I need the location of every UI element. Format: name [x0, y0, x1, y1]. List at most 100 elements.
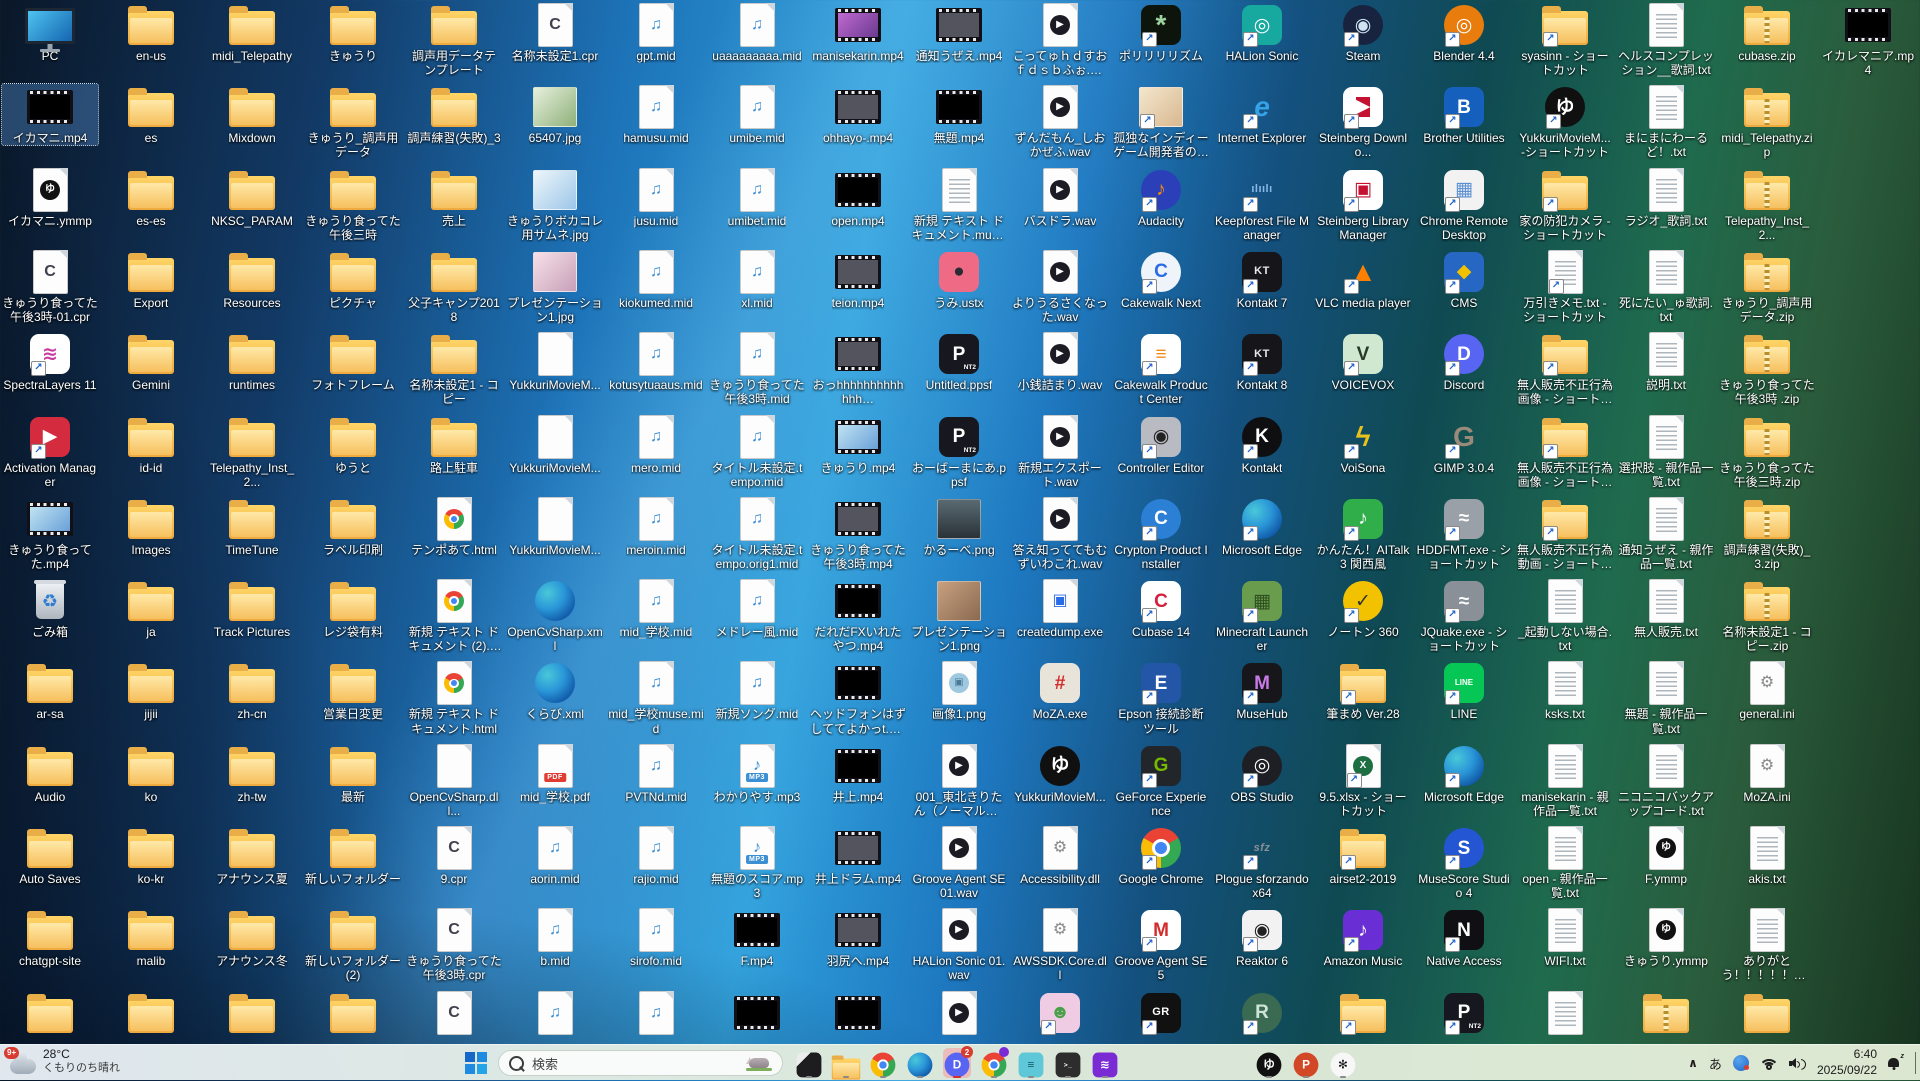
desktop-icon-r10c1[interactable]: Audio [2, 743, 98, 804]
desktop-icon-r7c1[interactable]: きゅうり食ってた.mp4 [2, 496, 98, 571]
desktop-icon-r9c4[interactable]: 営業日変更 [305, 660, 401, 721]
desktop-icon-r3c2[interactable]: es-es [103, 167, 199, 228]
desktop-icon-r4c16[interactable]: ↗万引きメモ.txt - ショートカット [1517, 249, 1613, 324]
desktop-icon-r6c3[interactable]: Telepathy_Inst_2... [204, 414, 300, 489]
desktop-icon-r2c18[interactable]: midi_Telepathy.zip [1719, 84, 1815, 159]
desktop-icon-r9c13[interactable]: M↗MuseHub [1214, 660, 1310, 721]
taskbar-app-microsoft-edge[interactable] [906, 1048, 934, 1078]
desktop-icon-r10c11[interactable]: ゆYukkuriMovieM... [1012, 743, 1108, 804]
desktop-icon-r8c4[interactable]: レジ袋有料 [305, 578, 401, 639]
desktop-icon-r6c17[interactable]: 選択肢 - 親作品一覧.txt [1618, 414, 1714, 489]
desktop-icon-r1c15[interactable]: ◎↗Blender 4.4 [1416, 2, 1512, 63]
desktop-icon-r8c1[interactable]: ♻ごみ箱 [2, 578, 98, 639]
desktop-icon-r4c2[interactable]: Export [103, 249, 199, 310]
desktop-icon-r1c5[interactable]: 調声用データテンプレート [406, 2, 502, 77]
desktop-icon-r10c3[interactable]: zh-tw [204, 743, 300, 804]
desktop-icon-r8c2[interactable]: ja [103, 578, 199, 639]
desktop-icon-r2c15[interactable]: B↗Brother Utilities [1416, 84, 1512, 145]
desktop-icon-r12c12[interactable]: M↗Groove Agent SE 5 [1113, 907, 1209, 982]
desktop-icon-r2c4[interactable]: きゅうり_調声用データ [305, 84, 401, 159]
desktop-icon-r5c8[interactable]: ♫きゅうり食ってた午後3時.mid [709, 331, 805, 406]
desktop-icon-r3c15[interactable]: ▦↗Chrome Remote Desktop [1416, 167, 1512, 242]
desktop-icon-r11c4[interactable]: 新しいフォルダー [305, 825, 401, 886]
desktop-icon-r10c4[interactable]: 最新 [305, 743, 401, 804]
desktop-icon-r6c15[interactable]: G↗GIMP 3.0.4 [1416, 414, 1512, 475]
desktop-icon-r1c4[interactable]: きゅうり [305, 2, 401, 63]
desktop-icon-r2c1[interactable]: イカマニ.mp4 [2, 84, 98, 145]
desktop-icon-r1c2[interactable]: en-us [103, 2, 199, 63]
desktop-icon-r8c3[interactable]: Track Pictures [204, 578, 300, 639]
desktop-icon-r7c2[interactable]: Images [103, 496, 199, 557]
search-input[interactable]: 検索 [498, 1050, 783, 1076]
desktop-icon-r13c12[interactable]: GR↗ [1113, 990, 1209, 1037]
desktop-icon-r13c18[interactable] [1719, 990, 1815, 1037]
desktop-icon-r12c3[interactable]: アナウンス冬 [204, 907, 300, 968]
desktop-icon-r11c17[interactable]: ゆF.ymmp [1618, 825, 1714, 886]
desktop-icon-r1c6[interactable]: C名称未設定1.cpr [507, 2, 603, 63]
clock[interactable]: 6:40 2025/09/22 [1817, 1047, 1877, 1078]
desktop-icon-r5c16[interactable]: ↗無人販売不正行為画像 - ショートカッ... [1517, 331, 1613, 406]
desktop-icon-r12c2[interactable]: malib [103, 907, 199, 968]
desktop-icon-r12c9[interactable]: 羽尻へ.mp4 [810, 907, 906, 968]
desktop-icon-r9c10[interactable]: ▣画像1.png [911, 660, 1007, 721]
desktop-icon-r11c16[interactable]: open - 親作品一覧.txt [1517, 825, 1613, 900]
desktop-icon-r7c14[interactable]: ♪↗かんたん！AITalk 3 関西風 [1315, 496, 1411, 571]
desktop-icon-r6c11[interactable]: ▶新規エクスポート.wav [1012, 414, 1108, 489]
desktop-icon-r6c5[interactable]: 路上駐車 [406, 414, 502, 475]
desktop-icon-r8c15[interactable]: ≈↗JQuake.exe - ショートカット [1416, 578, 1512, 653]
desktop-icon-r3c12[interactable]: ♪↗Audacity [1113, 167, 1209, 228]
desktop-icon-r6c16[interactable]: ↗無人販売不正行為画像 - ショートカット [1517, 414, 1613, 489]
desktop-icon-r3c11[interactable]: ▶バスドラ.wav [1012, 167, 1108, 228]
desktop-icon-r12c18[interactable]: ありがとう！！！！！！.txt [1719, 907, 1815, 982]
desktop-icon-r10c5[interactable]: OpenCvSharp.dll... [406, 743, 502, 818]
taskbar-app-chrome-profile[interactable] [980, 1048, 1008, 1078]
desktop-icon-r11c8[interactable]: ♪MP3無題のスコア.mp3 [709, 825, 805, 900]
ime-indicator[interactable]: あ [1709, 1054, 1722, 1073]
desktop-icon-r3c10[interactable]: 新規 テキスト ドキュメント.musicxml [911, 167, 1007, 242]
desktop-icon-r2c3[interactable]: Mixdown [204, 84, 300, 145]
desktop-icon-r8c10[interactable]: プレゼンテーション1.png [911, 578, 1007, 653]
desktop-icon-r6c2[interactable]: id-id [103, 414, 199, 475]
desktop-icon-r4c4[interactable]: ピクチャ [305, 249, 401, 310]
show-desktop-button[interactable] [1915, 1052, 1916, 1074]
desktop-icon-r4c8[interactable]: ♫xl.mid [709, 249, 805, 310]
desktop-icon-r9c6[interactable]: くらび.xml [507, 660, 603, 721]
desktop-icon-r2c12[interactable]: ↗孤独なインディーゲーム開発者の一生 … [1113, 84, 1209, 159]
desktop-icon-r7c13[interactable]: ↗Microsoft Edge [1214, 496, 1310, 557]
desktop-icon-r7c4[interactable]: ラベル印刷 [305, 496, 401, 557]
desktop-icon-r8c11[interactable]: ▣createdump.exe [1012, 578, 1108, 639]
desktop-icon-r10c12[interactable]: G↗GeForce Experience [1113, 743, 1209, 818]
desktop-icon-r11c14[interactable]: ↗airset2-2019 [1315, 825, 1411, 886]
desktop-icon-r6c13[interactable]: K↗Kontakt [1214, 414, 1310, 475]
desktop-icon-r3c17[interactable]: ラジオ_歌詞.txt [1618, 167, 1714, 228]
desktop-icon-r3c4[interactable]: きゅうり食ってた午後三時 [305, 167, 401, 242]
desktop-icon-r3c6[interactable]: きゅうりボカコレ用サムネ.jpg [507, 167, 603, 242]
desktop-icon-r2c10[interactable]: 無題.mp4 [911, 84, 1007, 145]
desktop-icon-r8c16[interactable]: _起動しない場合.txt [1517, 578, 1613, 653]
desktop-icon-r1c18[interactable]: cubase.zip [1719, 2, 1815, 63]
desktop-icon-r10c7[interactable]: ♫PVTNd.mid [608, 743, 704, 804]
desktop-icon-r10c17[interactable]: ニコニコバックアップコード.txt [1618, 743, 1714, 818]
taskbar-app-notes-app[interactable]: ≡ [1017, 1048, 1045, 1078]
desktop-icon-r5c10[interactable]: PNT2Untitled.ppsf [911, 331, 1007, 392]
desktop-icon-r1c8[interactable]: ♫uaaaaaaaaa.mid [709, 2, 805, 63]
desktop-icon-r5c5[interactable]: 名称未設定1 - コピー [406, 331, 502, 406]
desktop-icon-r13c13[interactable]: R↗ [1214, 990, 1310, 1037]
desktop-icon-r12c10[interactable]: ▶HALion Sonic 01.wav [911, 907, 1007, 982]
desktop-icon-r2c14[interactable]: ▶↗Steinberg Downlo... [1315, 84, 1411, 159]
desktop-icon-r12c15[interactable]: N↗Native Access [1416, 907, 1512, 968]
desktop-icon-r12c16[interactable]: WIFI.txt [1517, 907, 1613, 968]
desktop-icon-r7c8[interactable]: ♫タイトル未設定.tempo.orig1.mid [709, 496, 805, 571]
desktop-icon-r9c16[interactable]: ksks.txt [1517, 660, 1613, 721]
desktop-icon-r13c9[interactable] [810, 990, 906, 1037]
desktop-icon-r4c12[interactable]: C↗Cakewalk Next [1113, 249, 1209, 310]
desktop-icon-r11c3[interactable]: アナウンス夏 [204, 825, 300, 886]
desktop-icon-r2c6[interactable]: 65407.jpg [507, 84, 603, 145]
desktop-icon-r3c16[interactable]: ↗家の防犯カメラ - ショートカット [1517, 167, 1613, 242]
desktop-icon-r11c10[interactable]: ▶Groove Agent SE 01.wav [911, 825, 1007, 900]
desktop-icon-r1c7[interactable]: ♫gpt.mid [608, 2, 704, 63]
desktop-icon-r13c8[interactable] [709, 990, 805, 1037]
desktop-icon-r12c6[interactable]: ♫b.mid [507, 907, 603, 968]
desktop-icon-r13c6[interactable]: ♫ [507, 990, 603, 1037]
desktop-icon-r11c9[interactable]: 井上ドラム.mp4 [810, 825, 906, 886]
